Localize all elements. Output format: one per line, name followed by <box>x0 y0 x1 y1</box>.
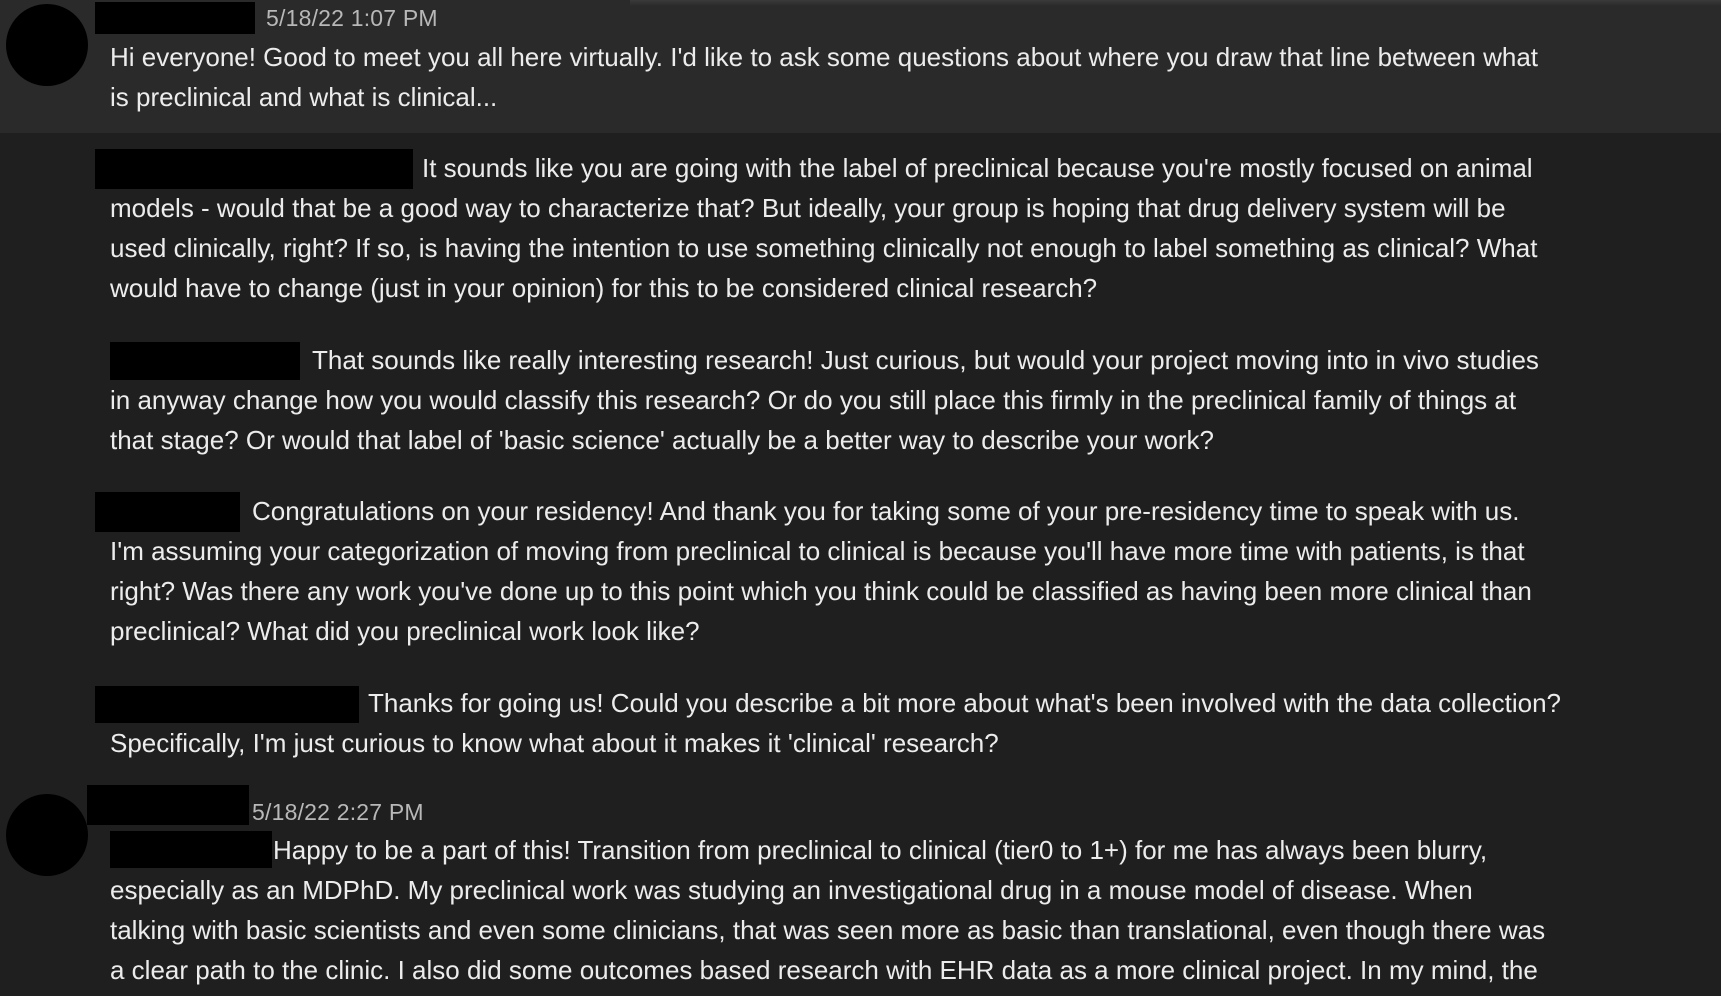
message-line: a clear path to the clinic. I also did s… <box>110 955 1538 985</box>
message-line: preclinical? What did you preclinical wo… <box>110 616 700 646</box>
message-group[interactable]: 5/18/22 1:07 PM Hi everyone! Good to mee… <box>0 0 1721 133</box>
header-shadow <box>630 0 1721 6</box>
avatar[interactable] <box>6 794 88 876</box>
message-line: right? Was there any work you've done up… <box>110 576 1532 606</box>
message-line: Congratulations on your residency! And t… <box>252 496 1520 526</box>
message-timestamp: 5/18/22 1:07 PM <box>266 5 438 31</box>
message-line: models - would that be a good way to cha… <box>110 193 1506 223</box>
message-line: would have to change (just in your opini… <box>110 273 1098 303</box>
message-timestamp: 5/18/22 2:27 PM <box>252 799 424 825</box>
message-line: Thanks for going us! Could you describe … <box>368 688 1562 718</box>
message-line: that stage? Or would that label of 'basi… <box>110 425 1214 455</box>
message-line: used clinically, right? If so, is having… <box>110 233 1538 263</box>
message-line: I'm assuming your categorization of movi… <box>110 536 1525 566</box>
redacted-author-name <box>87 785 249 825</box>
message-line: It sounds like you are going with the la… <box>422 153 1533 183</box>
message-line: in anyway change how you would classify … <box>110 385 1517 415</box>
message-text: Hi everyone! Good to meet you all here v… <box>110 37 1715 117</box>
message-group: It sounds like you are going with the la… <box>0 133 1721 996</box>
message-line: talking with basic scientists and even s… <box>110 915 1546 945</box>
redacted-author-name <box>95 2 255 34</box>
message-text: It sounds like you are going with the la… <box>110 148 1715 308</box>
message-line: Happy to be a part of this! Transition f… <box>273 835 1488 865</box>
message-text: Happy to be a part of this! Transition f… <box>110 830 1715 990</box>
avatar[interactable] <box>6 4 88 86</box>
message-text: Congratulations on your residency! And t… <box>110 491 1715 651</box>
chat-transcript: 5/18/22 1:07 PM Hi everyone! Good to mee… <box>0 0 1721 996</box>
message-line: Specifically, I'm just curious to know w… <box>110 728 999 758</box>
message-line: especially as an MDPhD. My preclinical w… <box>110 875 1473 905</box>
message-line: is preclinical and what is clinical... <box>110 82 498 112</box>
message-line: That sounds like really interesting rese… <box>312 345 1539 375</box>
message-text: Thanks for going us! Could you describe … <box>110 683 1715 763</box>
message-line: Hi everyone! Good to meet you all here v… <box>110 42 1539 72</box>
message-text: That sounds like really interesting rese… <box>110 340 1715 460</box>
